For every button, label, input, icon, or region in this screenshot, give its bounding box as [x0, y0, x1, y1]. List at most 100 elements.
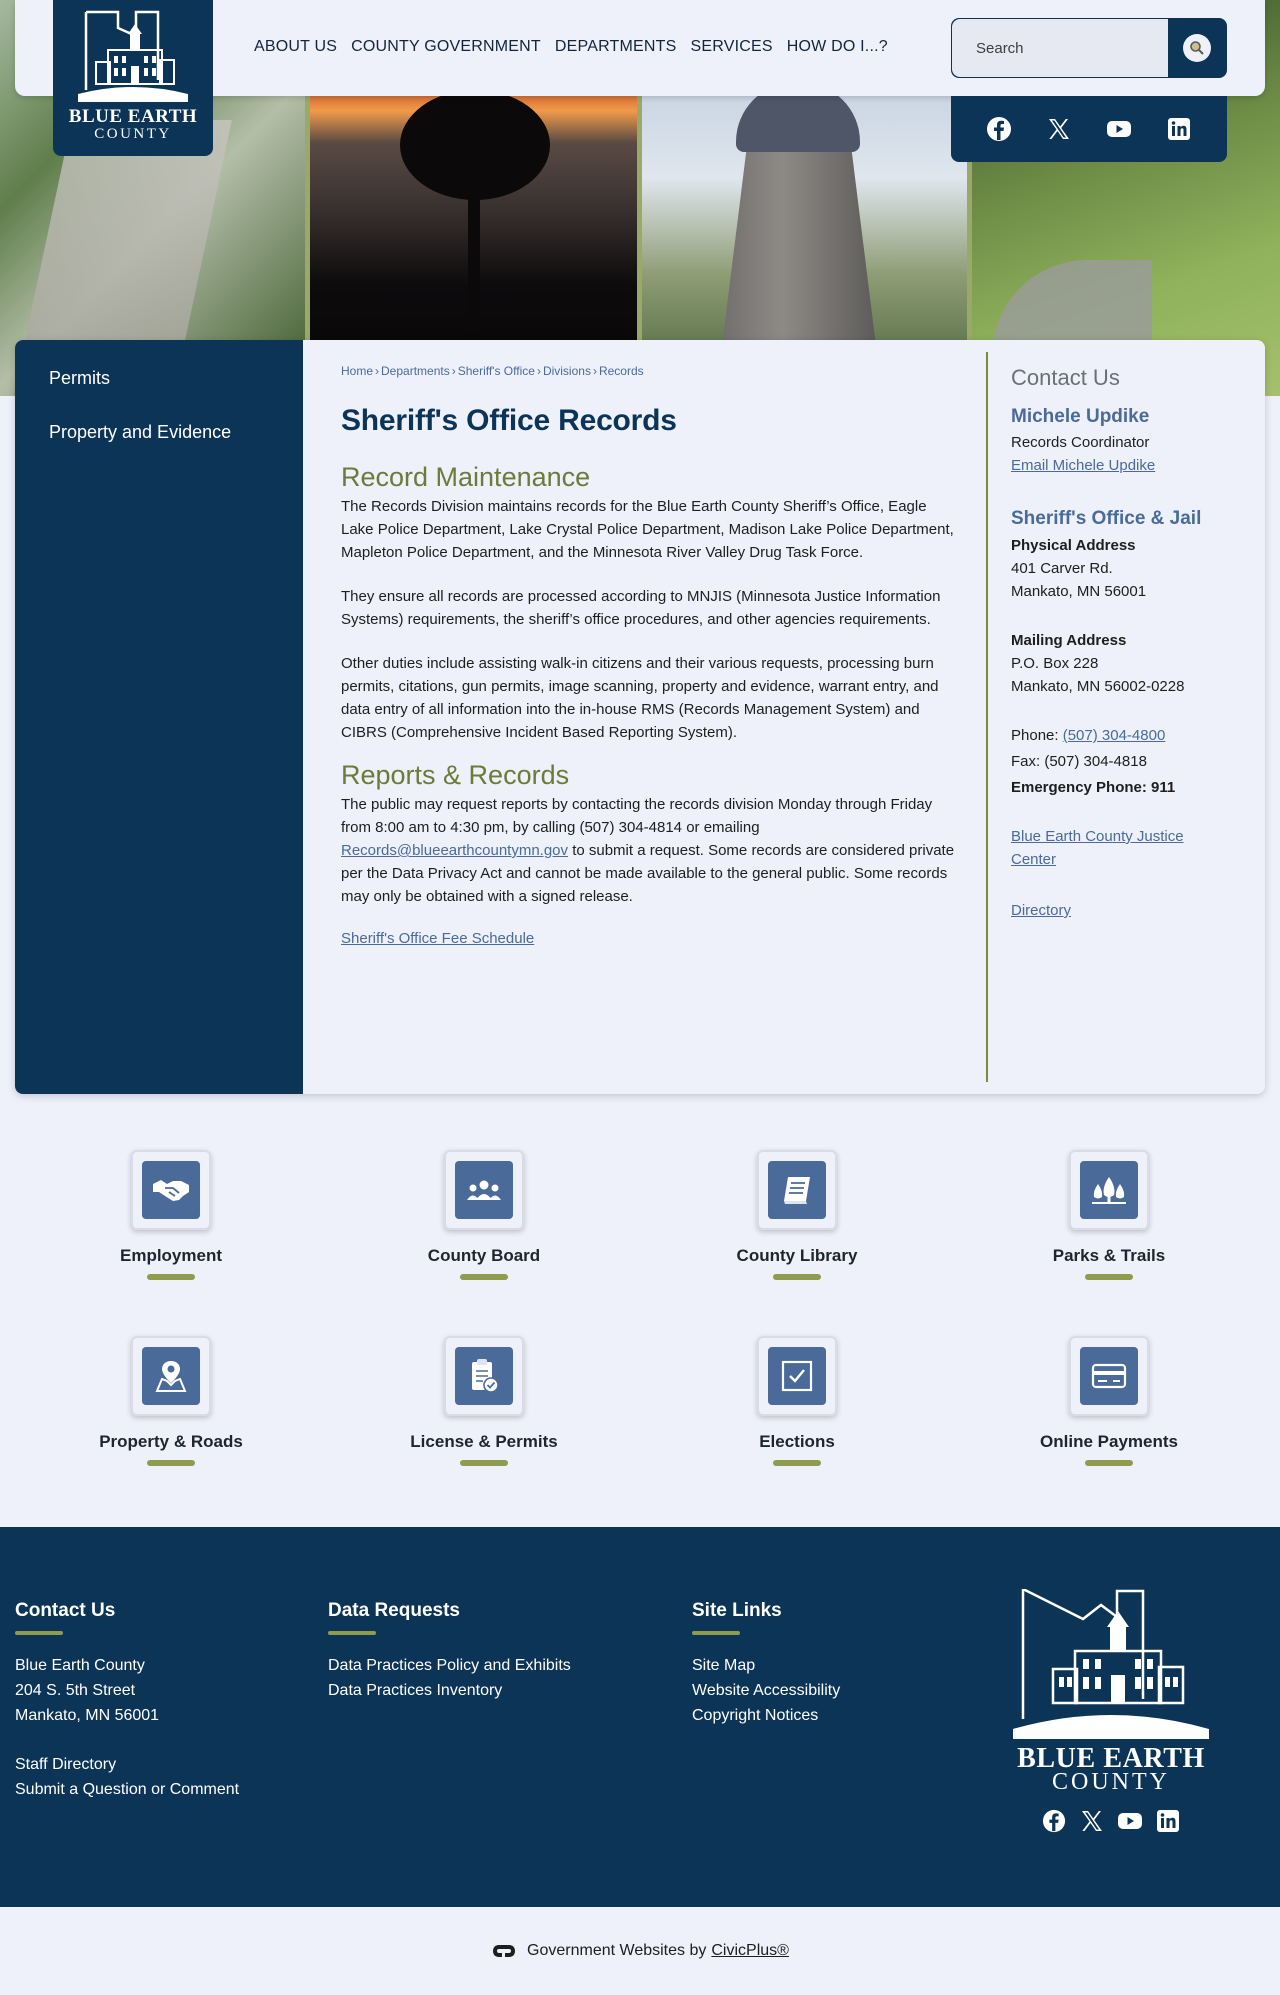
footer-site-links: Site Links Site Map Website Accessibilit… — [692, 1599, 840, 1728]
bottom-text: Government Websites by — [527, 1942, 707, 1959]
footer-accessibility-link[interactable]: Website Accessibility — [692, 1678, 840, 1703]
physical-address-line2: Mankato, MN 56001 — [1011, 583, 1147, 600]
breadcrumb-departments[interactable]: Departments — [381, 364, 450, 378]
nav-about-us[interactable]: ABOUT US — [254, 38, 337, 56]
nav-county-government[interactable]: COUNTY GOVERNMENT — [351, 38, 541, 56]
quick-link-property-roads[interactable]: Property & Roads — [71, 1336, 271, 1466]
page-content: Home › Departments › Sheriff's Office › Divisi… — [341, 364, 961, 947]
quick-link-employment[interactable]: Employment — [71, 1150, 271, 1280]
request-text-before: The public may request reports by contac… — [341, 796, 933, 836]
records-email-link[interactable]: Records@blueearthcountymn.gov — [341, 842, 568, 859]
youtube-icon[interactable] — [1105, 115, 1133, 143]
courthouse-logo-icon — [1013, 1589, 1209, 1739]
logo-name: BLUE EARTH — [68, 106, 198, 127]
breadcrumb-sheriffs-office[interactable]: Sheriff's Office — [458, 364, 535, 378]
main-content-card: Permits Property and Evidence Home › Depar… — [15, 340, 1265, 1094]
mailing-address-label: Mailing Address — [1011, 632, 1127, 649]
search-icon — [1190, 41, 1204, 55]
courthouse-logo-icon — [78, 10, 188, 102]
footer-data-requests: Data Requests Data Practices Policy and … — [328, 1599, 571, 1703]
footer-contact: Contact Us Blue Earth County 204 S. 5th … — [15, 1599, 239, 1802]
contact-person-name: Michele Updike — [1011, 406, 1150, 427]
credit-card-icon — [1080, 1347, 1138, 1405]
contact-sidebar: Contact Us Michele Updike Records Coordi… — [1011, 366, 1251, 922]
quick-link-county-board[interactable]: County Board — [384, 1150, 584, 1280]
facebook-icon[interactable] — [1041, 1808, 1067, 1834]
section-heading-reports-records: Reports & Records — [341, 760, 570, 790]
breadcrumb: Home › Departments › Sheriff's Office › Divisi… — [341, 364, 644, 378]
footer-address-line3: Mankato, MN 56001 — [15, 1707, 160, 1724]
quick-link-license-permits[interactable]: License & Permits — [384, 1336, 584, 1466]
civicplus-icon — [493, 1945, 516, 1957]
fee-schedule-link[interactable]: Sheriff's Office Fee Schedule — [341, 930, 961, 947]
linkedin-icon[interactable] — [1165, 115, 1193, 143]
youtube-icon[interactable] — [1117, 1808, 1143, 1834]
checkbox-icon — [768, 1347, 826, 1405]
map-pin-icon — [142, 1347, 200, 1405]
footer-site-map-link[interactable]: Site Map — [692, 1653, 840, 1678]
office-name: Sheriff's Office & Jail — [1011, 508, 1202, 529]
breadcrumb-home[interactable]: Home — [341, 364, 373, 378]
sidebar-item-permits[interactable]: Permits — [15, 366, 303, 420]
main-navigation: ABOUT US COUNTY GOVERNMENT DEPARTMENTS S… — [254, 38, 902, 56]
footer-logo[interactable]: BLUE EARTH COUNTY — [1013, 1589, 1209, 1834]
search-input[interactable] — [952, 19, 1168, 77]
contact-person-role: Records Coordinator — [1011, 434, 1150, 451]
clipboard-check-icon — [455, 1347, 513, 1405]
footer-social-links — [1041, 1808, 1181, 1834]
x-icon[interactable] — [1079, 1808, 1105, 1834]
social-media-bar — [951, 96, 1227, 162]
quick-link-county-library[interactable]: County Library — [697, 1150, 897, 1280]
paragraph-other-duties: Other duties include assisting walk-in c… — [341, 655, 939, 741]
directory-link[interactable]: Directory — [1011, 902, 1071, 919]
footer-site-links-heading: Site Links — [692, 1600, 782, 1621]
x-icon[interactable] — [1045, 115, 1073, 143]
civicplus-link[interactable]: CivicPlus® — [711, 1942, 789, 1960]
physical-address-line1: 401 Carver Rd. — [1011, 560, 1113, 577]
mailing-address-line2: Mankato, MN 56002-0228 — [1011, 678, 1185, 695]
nav-departments[interactable]: DEPARTMENTS — [555, 38, 677, 56]
side-navigation: Permits Property and Evidence — [15, 340, 303, 1094]
footer-data-requests-heading: Data Requests — [328, 1600, 460, 1621]
trees-icon — [1080, 1161, 1138, 1219]
footer-logo-subtitle: COUNTY — [1052, 1769, 1170, 1795]
sidebar-item-property-evidence[interactable]: Property and Evidence — [15, 420, 303, 474]
facebook-icon[interactable] — [985, 115, 1013, 143]
people-group-icon — [455, 1161, 513, 1219]
fax-line: Fax: (507) 304-4818 — [1011, 753, 1147, 770]
phone-line: Phone: (507) 304-4800 — [1011, 724, 1251, 747]
email-contact-link[interactable]: Email Michele Updike — [1011, 457, 1155, 474]
footer-data-practices-policy-link[interactable]: Data Practices Policy and Exhibits — [328, 1653, 571, 1678]
footer-data-practices-inventory-link[interactable]: Data Practices Inventory — [328, 1678, 571, 1703]
footer-address-line1: Blue Earth County — [15, 1657, 145, 1674]
site-logo[interactable]: BLUE EARTH COUNTY — [53, 0, 213, 156]
section-heading-record-maintenance: Record Maintenance — [341, 462, 591, 492]
quick-link-parks-trails[interactable]: Parks & Trails — [1009, 1150, 1209, 1280]
physical-address-label: Physical Address — [1011, 537, 1136, 554]
linkedin-icon[interactable] — [1155, 1808, 1181, 1834]
search-box — [951, 18, 1227, 78]
quick-link-online-payments[interactable]: Online Payments — [1009, 1336, 1209, 1466]
nav-services[interactable]: SERVICES — [691, 38, 773, 56]
paragraph-mnjis: They ensure all records are processed ac… — [341, 588, 941, 628]
paragraph-request-reports: The public may request reports by contac… — [341, 793, 961, 908]
footer-contact-heading: Contact Us — [15, 1600, 116, 1621]
handshake-icon — [142, 1161, 200, 1219]
footer-submit-question-link[interactable]: Submit a Question or Comment — [15, 1777, 239, 1802]
site-footer: Contact Us Blue Earth County 204 S. 5th … — [0, 1527, 1280, 1907]
search-button[interactable] — [1183, 34, 1211, 62]
mailing-address-line1: P.O. Box 228 — [1011, 655, 1099, 672]
nav-how-do-i[interactable]: HOW DO I...? — [787, 38, 888, 56]
page-title: Sheriff's Office Records — [341, 404, 677, 437]
bottom-bar: Government Websites by CivicPlus® — [0, 1907, 1280, 1995]
footer-copyright-link[interactable]: Copyright Notices — [692, 1703, 840, 1728]
phone-label: Phone: — [1011, 727, 1059, 744]
breadcrumb-records[interactable]: Records — [599, 364, 644, 378]
breadcrumb-divisions[interactable]: Divisions — [543, 364, 591, 378]
phone-link[interactable]: (507) 304-4800 — [1063, 727, 1166, 744]
book-icon — [768, 1161, 826, 1219]
justice-center-link[interactable]: Blue Earth County Justice Center — [1011, 825, 1211, 871]
footer-staff-directory-link[interactable]: Staff Directory — [15, 1752, 239, 1777]
quick-link-elections[interactable]: Elections — [697, 1336, 897, 1466]
emergency-phone: Emergency Phone: 911 — [1011, 779, 1176, 796]
